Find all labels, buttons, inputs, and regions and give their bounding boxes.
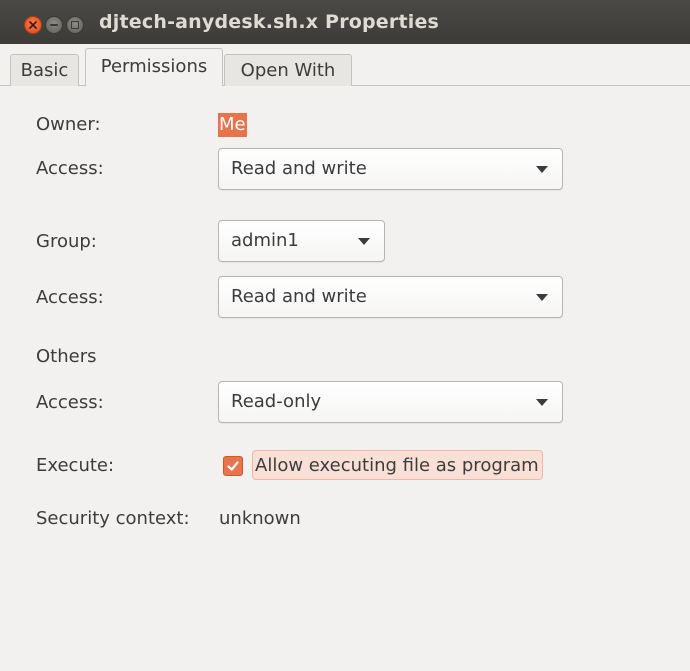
group-dropdown[interactable]: admin1 xyxy=(218,220,385,262)
group-access-label: Access: xyxy=(36,287,104,308)
tab-open-with[interactable]: Open With xyxy=(224,54,352,86)
security-context-label: Security context: xyxy=(36,508,190,529)
execute-checkbox-label[interactable]: Allow executing file as program xyxy=(252,450,543,480)
title-bar[interactable]: djtech-anydesk.sh.x Properties xyxy=(0,0,690,44)
maximize-button[interactable] xyxy=(66,16,84,34)
maximize-icon xyxy=(71,21,79,29)
others-heading: Others xyxy=(36,346,97,367)
minimize-button[interactable] xyxy=(45,16,63,34)
chevron-down-icon xyxy=(536,399,548,406)
owner-value: Me xyxy=(218,113,247,137)
chevron-down-icon xyxy=(536,294,548,301)
close-button[interactable] xyxy=(24,16,42,34)
chevron-down-icon xyxy=(536,166,548,173)
tab-basic[interactable]: Basic xyxy=(10,54,79,86)
tab-permissions[interactable]: Permissions xyxy=(85,48,223,86)
security-context-value: unknown xyxy=(219,508,301,529)
minimize-icon xyxy=(50,24,58,26)
owner-label: Owner: xyxy=(36,114,101,135)
properties-window: djtech-anydesk.sh.x Properties Basic Per… xyxy=(0,0,690,671)
group-label: Group: xyxy=(36,231,97,252)
execute-checkbox[interactable] xyxy=(223,456,243,476)
owner-access-dropdown[interactable]: Read and write xyxy=(218,148,563,190)
group-value: admin1 xyxy=(231,230,299,251)
close-icon xyxy=(29,21,37,29)
tab-bar: Basic Permissions Open With xyxy=(0,44,690,86)
owner-access-value: Read and write xyxy=(231,158,367,179)
chevron-down-icon xyxy=(358,238,370,245)
group-access-value: Read and write xyxy=(231,286,367,307)
group-access-dropdown[interactable]: Read and write xyxy=(218,276,563,318)
execute-label: Execute: xyxy=(36,455,115,476)
others-access-value: Read-only xyxy=(231,391,322,412)
window-title: djtech-anydesk.sh.x Properties xyxy=(99,11,440,33)
others-access-dropdown[interactable]: Read-only xyxy=(218,381,563,423)
checkmark-icon xyxy=(227,461,239,471)
owner-access-label: Access: xyxy=(36,158,104,179)
others-access-label: Access: xyxy=(36,392,104,413)
